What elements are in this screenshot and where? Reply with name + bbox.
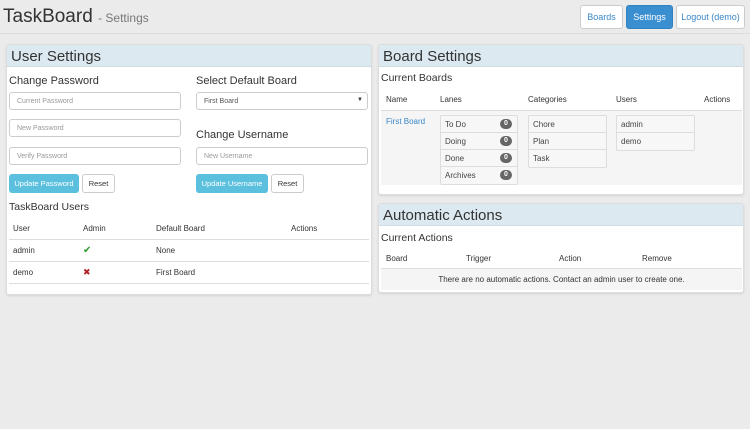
lane-name: Doing bbox=[445, 137, 466, 146]
lane-name: Archives bbox=[445, 171, 476, 180]
col-actions: Actions bbox=[704, 95, 731, 104]
nav-settings[interactable]: Settings bbox=[626, 5, 673, 29]
col-name: Name bbox=[386, 95, 408, 104]
page-subtitle: - Settings bbox=[98, 11, 149, 25]
col-users: Users bbox=[616, 95, 637, 104]
nav-boards[interactable]: Boards bbox=[580, 5, 623, 29]
default-board-select[interactable]: First Board ▼ bbox=[196, 92, 368, 110]
lane-count: 0 bbox=[500, 170, 512, 180]
panel-title: Automatic Actions bbox=[379, 204, 743, 226]
user-name: admin bbox=[13, 246, 35, 255]
update-username-button[interactable]: Update Username bbox=[196, 174, 268, 193]
empty-actions-message: There are no automatic actions. Contact … bbox=[381, 269, 742, 290]
category-item: Plan bbox=[529, 133, 606, 150]
reset-username-button[interactable]: Reset bbox=[271, 174, 304, 193]
change-password-heading: Change Password bbox=[9, 75, 99, 87]
update-password-button[interactable]: Update Password bbox=[9, 174, 79, 193]
new-username-input[interactable]: New Username bbox=[196, 147, 368, 165]
col-admin: Admin bbox=[83, 224, 106, 233]
col-board: Board bbox=[386, 254, 408, 263]
divider bbox=[9, 261, 369, 262]
col-action: Action bbox=[559, 254, 582, 263]
lane-item: To Do 0 bbox=[441, 116, 517, 133]
default-board-heading: Select Default Board bbox=[196, 75, 297, 87]
categories-list: Chore Plan Task bbox=[528, 115, 607, 168]
lane-count: 0 bbox=[500, 153, 512, 163]
nav-logout[interactable]: Logout (demo) bbox=[676, 5, 745, 29]
current-password-input[interactable]: Current Password bbox=[9, 92, 181, 110]
cross-icon: ✖ bbox=[83, 267, 91, 277]
divider bbox=[9, 283, 369, 284]
board-link[interactable]: First Board bbox=[386, 117, 425, 126]
lane-item: Done 0 bbox=[441, 150, 517, 167]
users-heading: TaskBoard Users bbox=[9, 201, 89, 213]
caret-down-icon: ▼ bbox=[357, 97, 363, 103]
col-categories: Categories bbox=[528, 95, 567, 104]
header-divider bbox=[0, 33, 750, 34]
user-default-board: None bbox=[156, 246, 176, 255]
col-remove: Remove bbox=[642, 254, 672, 263]
verify-password-input[interactable]: Verify Password bbox=[9, 147, 181, 165]
lane-item: Archives 0 bbox=[441, 167, 517, 184]
check-icon: ✔ bbox=[83, 245, 92, 256]
category-item: Chore bbox=[529, 116, 606, 133]
col-actions: Actions bbox=[291, 224, 318, 233]
board-user-item: admin bbox=[617, 116, 694, 133]
panel-title: User Settings bbox=[7, 45, 371, 67]
current-actions-heading: Current Actions bbox=[381, 232, 453, 244]
user-default-board: First Board bbox=[156, 268, 196, 277]
lane-name: To Do bbox=[445, 120, 466, 129]
selected-board: First Board bbox=[204, 98, 239, 105]
user-name: demo bbox=[13, 268, 34, 277]
col-lanes: Lanes bbox=[440, 95, 462, 104]
board-users-list: admin demo bbox=[616, 115, 695, 151]
lane-item: Doing 0 bbox=[441, 133, 517, 150]
reset-password-button[interactable]: Reset bbox=[82, 174, 115, 193]
lane-count: 0 bbox=[500, 119, 512, 129]
board-user-item: demo bbox=[621, 137, 642, 146]
col-user: User bbox=[13, 224, 30, 233]
lane-count: 0 bbox=[500, 136, 512, 146]
current-boards-heading: Current Boards bbox=[381, 72, 453, 84]
brand: TaskBoard bbox=[3, 6, 93, 27]
lane-name: Done bbox=[445, 154, 465, 163]
panel-title: Board Settings bbox=[379, 45, 743, 67]
change-username-heading: Change Username bbox=[196, 129, 289, 141]
col-default-board: Default Board bbox=[156, 224, 205, 233]
col-trigger: Trigger bbox=[466, 254, 492, 263]
new-password-input[interactable]: New Password bbox=[9, 119, 181, 137]
lanes-list: To Do 0 Doing 0 Done 0 Archives 0 bbox=[440, 115, 518, 185]
app-title: TaskBoard - Settings bbox=[3, 6, 149, 28]
category-item: Task bbox=[533, 154, 550, 163]
divider bbox=[9, 239, 369, 240]
